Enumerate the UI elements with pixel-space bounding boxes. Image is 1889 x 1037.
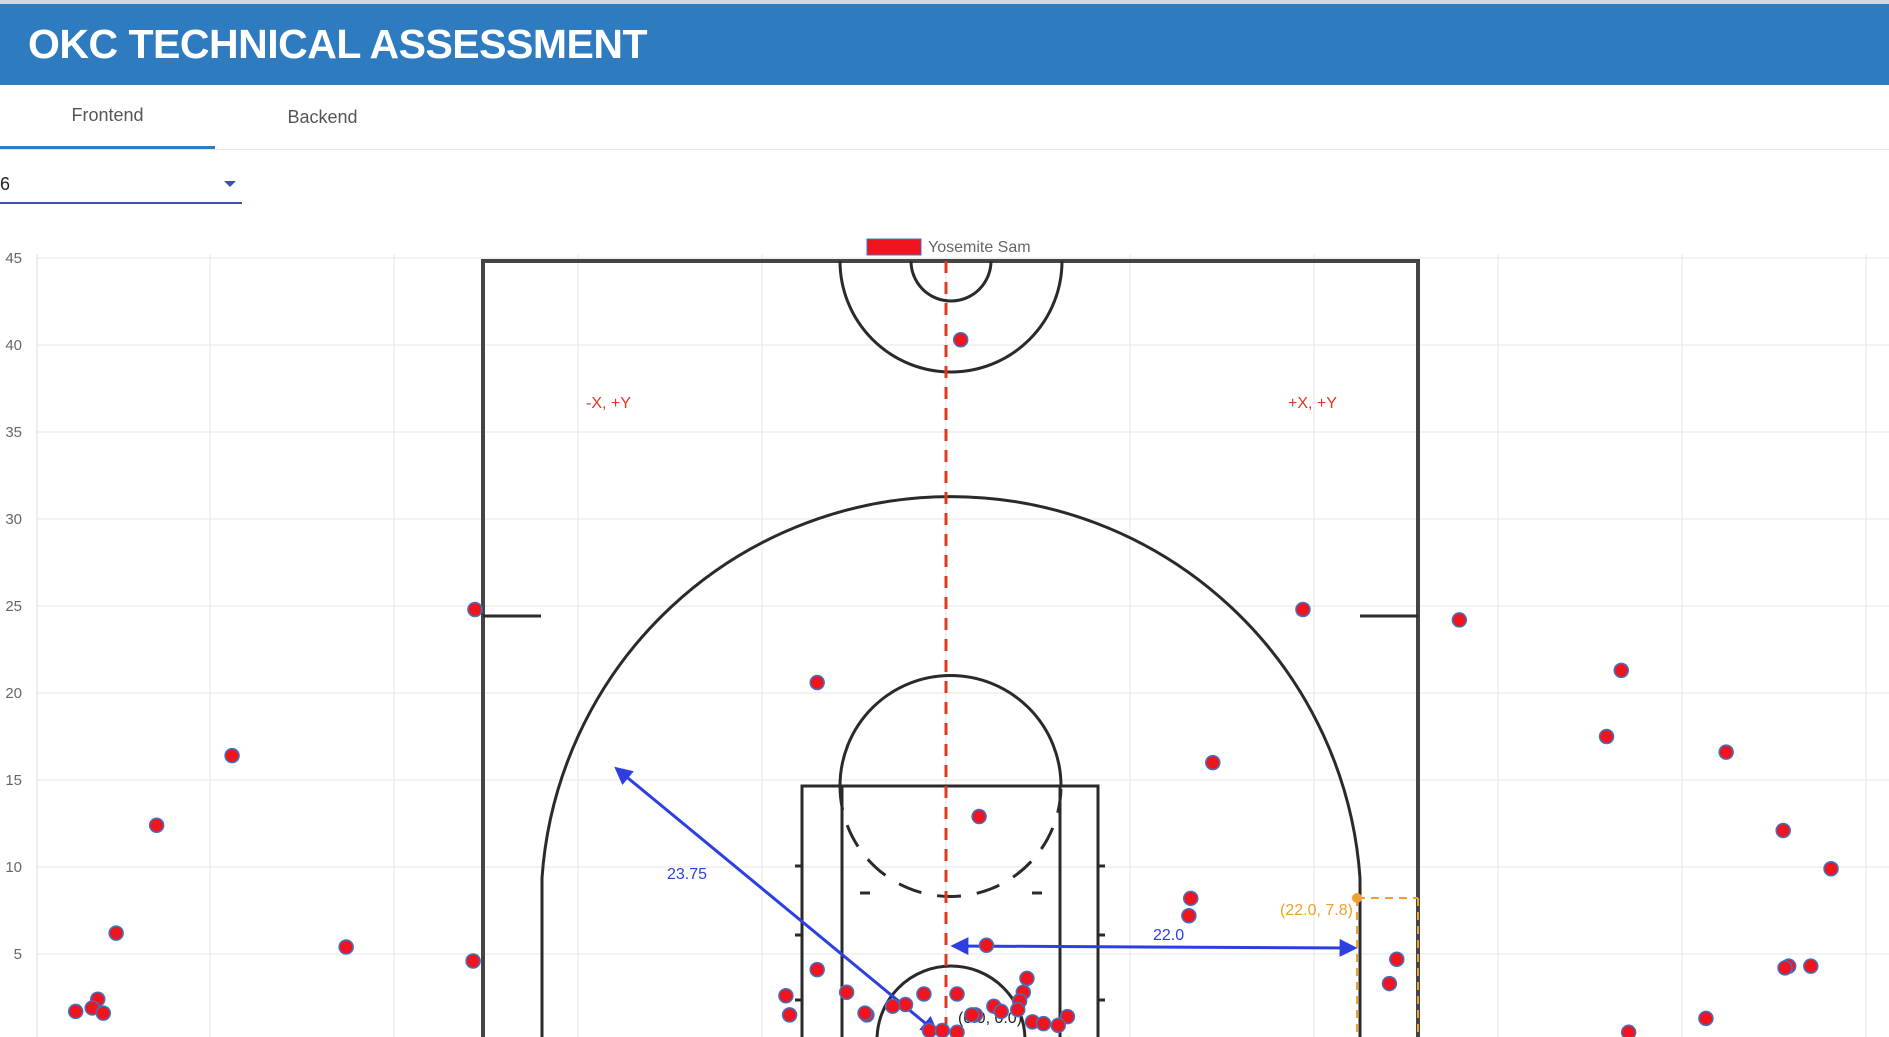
three-point-arc xyxy=(540,495,1362,879)
shot-point[interactable] xyxy=(338,939,354,955)
shot-point[interactable] xyxy=(1823,860,1839,877)
shot-point[interactable] xyxy=(224,747,240,764)
y-tick-label: 40 xyxy=(5,337,22,354)
shot-point[interactable] xyxy=(1613,662,1630,679)
player-select[interactable]: 6 xyxy=(0,168,242,204)
shot-point[interactable] xyxy=(1698,1010,1714,1027)
shot-point[interactable] xyxy=(467,601,483,618)
chevron-down-icon[interactable] xyxy=(224,181,236,187)
shot-point[interactable] xyxy=(781,1007,798,1023)
corner-point xyxy=(1352,893,1362,903)
shot-point[interactable] xyxy=(1050,1017,1066,1034)
corner-distance-label: 22.0 xyxy=(1153,927,1184,944)
shot-point[interactable] xyxy=(993,1003,1009,1020)
legend-swatch xyxy=(866,238,922,256)
shot-point[interactable] xyxy=(1010,1001,1026,1018)
legend-label: Yosemite Sam xyxy=(928,239,1031,256)
shot-point[interactable] xyxy=(809,961,825,978)
quadrant-label-left: -X, +Y xyxy=(586,395,631,412)
tab-bar: Frontend Backend xyxy=(0,85,1889,150)
center-circle-inner xyxy=(909,260,993,303)
shot-point[interactable] xyxy=(1598,728,1615,745)
tab-backend[interactable]: Backend xyxy=(215,85,430,149)
shot-point[interactable] xyxy=(1777,960,1793,976)
shot-point[interactable] xyxy=(465,953,481,969)
y-tick-label: 45 xyxy=(5,250,22,267)
corner-point-label: (22.0, 7.8) xyxy=(1280,902,1353,919)
arc-radius-label: 23.75 xyxy=(667,866,707,883)
corner-distance-arrow xyxy=(950,937,1358,957)
shot-point[interactable] xyxy=(857,1005,873,1021)
free-throw-circle-top xyxy=(838,674,1063,787)
y-tick-label: 30 xyxy=(5,511,22,528)
y-axis: 5 10 15 20 25 30 35 40 45 xyxy=(5,250,22,963)
shot-point[interactable] xyxy=(949,1024,965,1037)
shot-point[interactable] xyxy=(148,817,165,833)
shot-point[interactable] xyxy=(67,1003,84,1020)
shot-point[interactable] xyxy=(95,1005,112,1021)
shot-point[interactable] xyxy=(1718,744,1734,760)
shot-point[interactable] xyxy=(971,808,987,825)
shot-point[interactable] xyxy=(884,998,901,1014)
shot-point[interactable] xyxy=(1803,958,1819,974)
shot-point[interactable] xyxy=(1182,890,1199,907)
chart-legend[interactable]: Yosemite Sam xyxy=(866,238,1031,256)
center-circle-outer xyxy=(838,260,1064,374)
shot-point[interactable] xyxy=(108,925,124,941)
shot-point[interactable] xyxy=(838,984,855,1001)
shot-point[interactable] xyxy=(1035,1015,1052,1032)
tab-frontend[interactable]: Frontend xyxy=(0,85,215,149)
free-throw-circle-bottom xyxy=(838,785,1063,898)
shot-point[interactable] xyxy=(964,1007,980,1023)
shot-point[interactable] xyxy=(1620,1024,1637,1037)
y-tick-label: 20 xyxy=(5,685,22,702)
shot-point[interactable] xyxy=(809,674,825,691)
shot-point[interactable] xyxy=(916,986,932,1002)
shot-point[interactable] xyxy=(778,988,794,1004)
shot-point[interactable] xyxy=(978,937,995,954)
y-tick-label: 35 xyxy=(5,424,22,441)
shot-markers xyxy=(67,332,1839,1037)
shot-point[interactable] xyxy=(952,332,969,348)
shot-point[interactable] xyxy=(1205,754,1221,771)
app-header: OKC TECHNICAL ASSESSMENT xyxy=(0,4,1889,85)
corner-annotation xyxy=(1352,893,1419,1037)
player-select-value: 6 xyxy=(0,174,11,194)
arc-radius-arrow xyxy=(614,766,939,1035)
court-lines xyxy=(481,259,1420,1037)
quadrant-label-right: +X, +Y xyxy=(1288,395,1337,412)
shot-point[interactable] xyxy=(1295,601,1311,618)
shot-point[interactable] xyxy=(1389,951,1405,967)
shot-point[interactable] xyxy=(1451,612,1468,628)
shot-point[interactable] xyxy=(949,986,965,1002)
y-tick-label: 25 xyxy=(5,598,22,615)
shot-point[interactable] xyxy=(1181,907,1197,924)
shot-point[interactable] xyxy=(1775,822,1791,839)
shot-point[interactable] xyxy=(921,1022,938,1037)
shot-point[interactable] xyxy=(934,1022,951,1037)
shot-chart: 5 10 15 20 25 30 35 40 45 -X, +Y +X, +Y 23.75 22… xyxy=(5,238,1889,1037)
y-tick-label: 15 xyxy=(5,772,22,789)
court-boundary xyxy=(481,259,1420,1037)
app-title: OKC TECHNICAL ASSESSMENT xyxy=(28,21,648,67)
y-tick-label: 10 xyxy=(5,859,22,876)
shot-point[interactable] xyxy=(897,996,914,1013)
shot-point[interactable] xyxy=(1381,975,1398,992)
shot-point[interactable] xyxy=(1019,970,1035,987)
y-tick-label: 5 xyxy=(14,946,22,963)
